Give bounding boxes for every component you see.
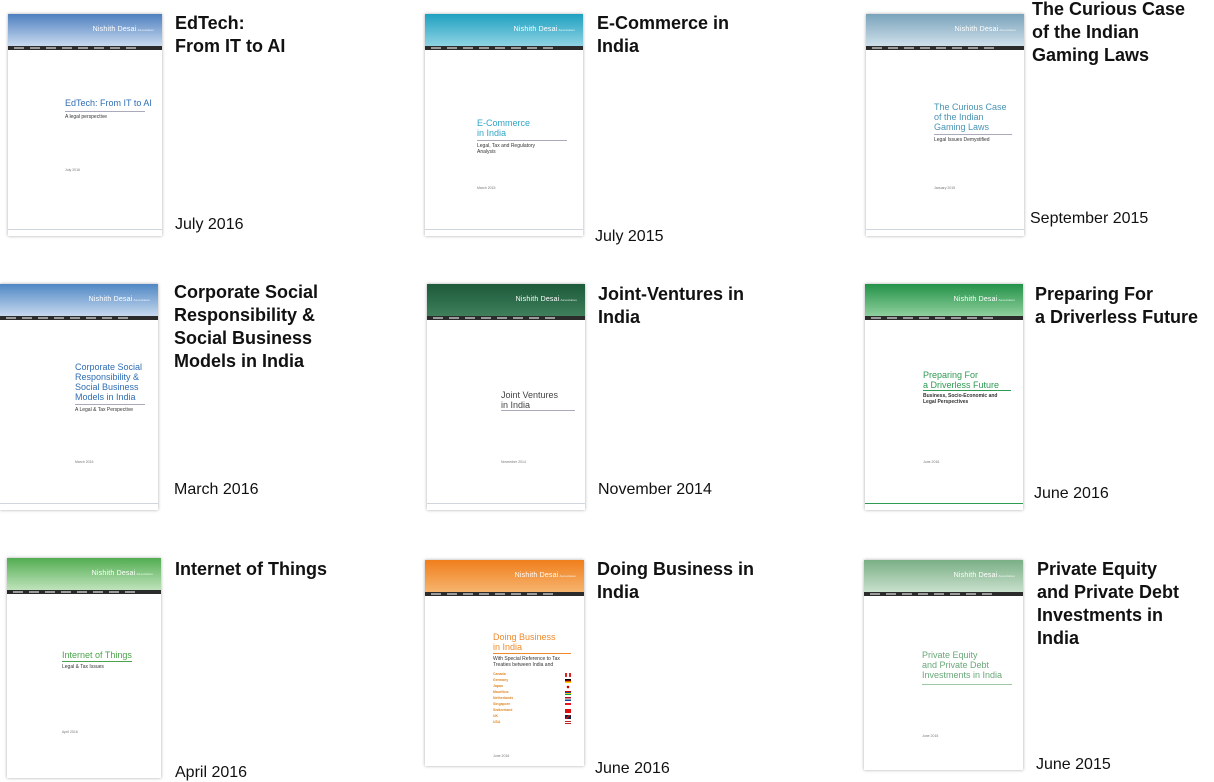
cover-date: March 2015: [477, 186, 496, 190]
cover-nav-line: [866, 46, 1024, 50]
publication-cover-private-equity[interactable]: Nishith DesaiAssociates Private Equity a…: [864, 560, 1023, 770]
cover-nav-line: [8, 46, 162, 50]
cover-subtitle: Business, Socio-Economic and Legal Persp…: [923, 393, 998, 405]
publication-cover-gaming[interactable]: Nishith DesaiAssociates The Curious Case…: [866, 14, 1024, 236]
cover-date: November 2014: [501, 460, 526, 464]
cover-brand: Nishith DesaiAssociates: [91, 570, 153, 577]
cover-brand: Nishith DesaiAssociates: [513, 26, 575, 33]
publication-title-edtech[interactable]: EdTech: From IT to AI: [175, 12, 285, 58]
cover-footer-line: [425, 229, 583, 230]
cover-subtitle: A legal perspective: [65, 114, 107, 120]
cover-title: Joint Ventures in India: [501, 390, 559, 410]
cover-date: January 2015: [934, 186, 956, 190]
cover-nav-line: [427, 316, 585, 320]
publication-cover-driverless[interactable]: Nishith DesaiAssociates Preparing For a …: [865, 284, 1023, 510]
publication-date: November 2014: [598, 481, 712, 498]
cover-date: July 2016: [65, 168, 80, 172]
publication-title-joint-ventures[interactable]: Joint-Ventures in India: [598, 283, 744, 329]
cover-nav-line: [425, 592, 584, 596]
publication-cover-doing-business[interactable]: Nishith DesaiAssociates Doing Business i…: [425, 560, 584, 766]
cover-rule: [923, 390, 1011, 391]
cover-title: Private Equity and Private Debt Investme…: [922, 650, 1003, 680]
publication-date: March 2016: [174, 481, 259, 498]
cover-rule: [62, 661, 132, 662]
cover-title: EdTech: From IT to AI: [65, 98, 152, 108]
cover-date: June 2016: [923, 460, 940, 464]
publication-cover-ecommerce[interactable]: Nishith DesaiAssociates E-Commerce in In…: [425, 14, 583, 236]
cover-brand: Nishith DesaiAssociates: [953, 296, 1015, 303]
cover-title: E-Commerce in India: [477, 118, 531, 138]
cover-brand: Nishith DesaiAssociates: [88, 296, 150, 303]
cover-subtitle: Legal Issues Demystified: [934, 137, 990, 143]
publication-cover-joint-ventures[interactable]: Nishith DesaiAssociates Joint Ventures i…: [427, 284, 585, 510]
publication-date: September 2015: [1030, 210, 1149, 227]
cover-subtitle: Legal & Tax Issues: [62, 664, 104, 670]
publication-cover-iot[interactable]: Nishith DesaiAssociates Internet of Thin…: [7, 558, 161, 778]
publication-date: July 2015: [595, 228, 664, 245]
publication-title-csr[interactable]: Corporate Social Responsibility & Social…: [174, 281, 318, 373]
publication-date: June 2016: [1034, 485, 1109, 502]
cover-nav-line: [7, 590, 161, 594]
cover-rule: [501, 410, 575, 411]
publication-date: July 2016: [175, 216, 244, 233]
cover-footer-line: [427, 503, 585, 504]
cover-date: April 2016: [62, 730, 78, 734]
cover-brand: Nishith DesaiAssociates: [92, 26, 154, 33]
cover-brand: Nishith DesaiAssociates: [515, 296, 577, 303]
publication-title-private-equity[interactable]: Private Equity and Private Debt Investme…: [1037, 558, 1179, 650]
publication-title-doing-business[interactable]: Doing Business in India: [597, 558, 754, 604]
cover-footer-line: [866, 229, 1024, 230]
cover-subtitle: A Legal & Tax Perspective: [75, 407, 133, 413]
publication-date: June 2016: [595, 760, 670, 777]
cover-nav-line: [864, 592, 1023, 596]
publication-title-iot[interactable]: Internet of Things: [175, 558, 327, 581]
cover-rule: [477, 140, 567, 141]
cover-brand: Nishith DesaiAssociates: [953, 572, 1015, 579]
country-flag-list: Canada Germany Japan Mauritius Netherlan…: [493, 672, 571, 726]
cover-rule: [75, 404, 145, 405]
publication-title-ecommerce[interactable]: E-Commerce in India: [597, 12, 729, 58]
cover-brand: Nishith DesaiAssociates: [514, 572, 576, 579]
cover-subtitle: With Special Reference to Tax Treaties b…: [493, 656, 560, 668]
cover-rule: [493, 653, 571, 654]
cover-date: March 2015: [75, 460, 94, 464]
cover-title: The Curious Case of the Indian Gaming La…: [934, 102, 1007, 132]
cover-title: Internet of Things: [62, 650, 132, 660]
cover-footer-line: [8, 229, 162, 230]
cover-title: Corporate Social Responsibility & Social…: [75, 362, 143, 402]
publication-date: April 2016: [175, 764, 248, 781]
publication-title-driverless[interactable]: Preparing For a Driverless Future: [1035, 283, 1198, 329]
cover-nav-line: [0, 316, 158, 320]
cover-footer-line: [865, 503, 1023, 504]
publication-cover-csr[interactable]: Nishith DesaiAssociates Corporate Social…: [0, 284, 158, 510]
cover-nav-line: [425, 46, 583, 50]
cover-title: Doing Business in India: [493, 632, 556, 652]
publication-cover-edtech[interactable]: Nishith DesaiAssociates EdTech: From IT …: [8, 14, 162, 236]
cover-nav-line: [865, 316, 1023, 320]
cover-date: June 2015: [922, 734, 939, 738]
cover-rule: [934, 134, 1012, 135]
cover-title: Preparing For a Driverless Future: [923, 370, 1000, 390]
cover-subtitle: Legal, Tax and Regulatory Analysis: [477, 143, 536, 155]
publication-title-gaming[interactable]: The Curious Case of the Indian Gaming La…: [1032, 0, 1185, 67]
cover-footer-line: [0, 503, 158, 504]
cover-brand: Nishith DesaiAssociates: [954, 26, 1016, 33]
publication-date: June 2015: [1036, 756, 1111, 773]
cover-date: June 2016: [493, 754, 510, 758]
flag-row: USA: [493, 720, 571, 726]
cover-rule: [922, 684, 1012, 685]
cover-rule: [65, 111, 145, 112]
